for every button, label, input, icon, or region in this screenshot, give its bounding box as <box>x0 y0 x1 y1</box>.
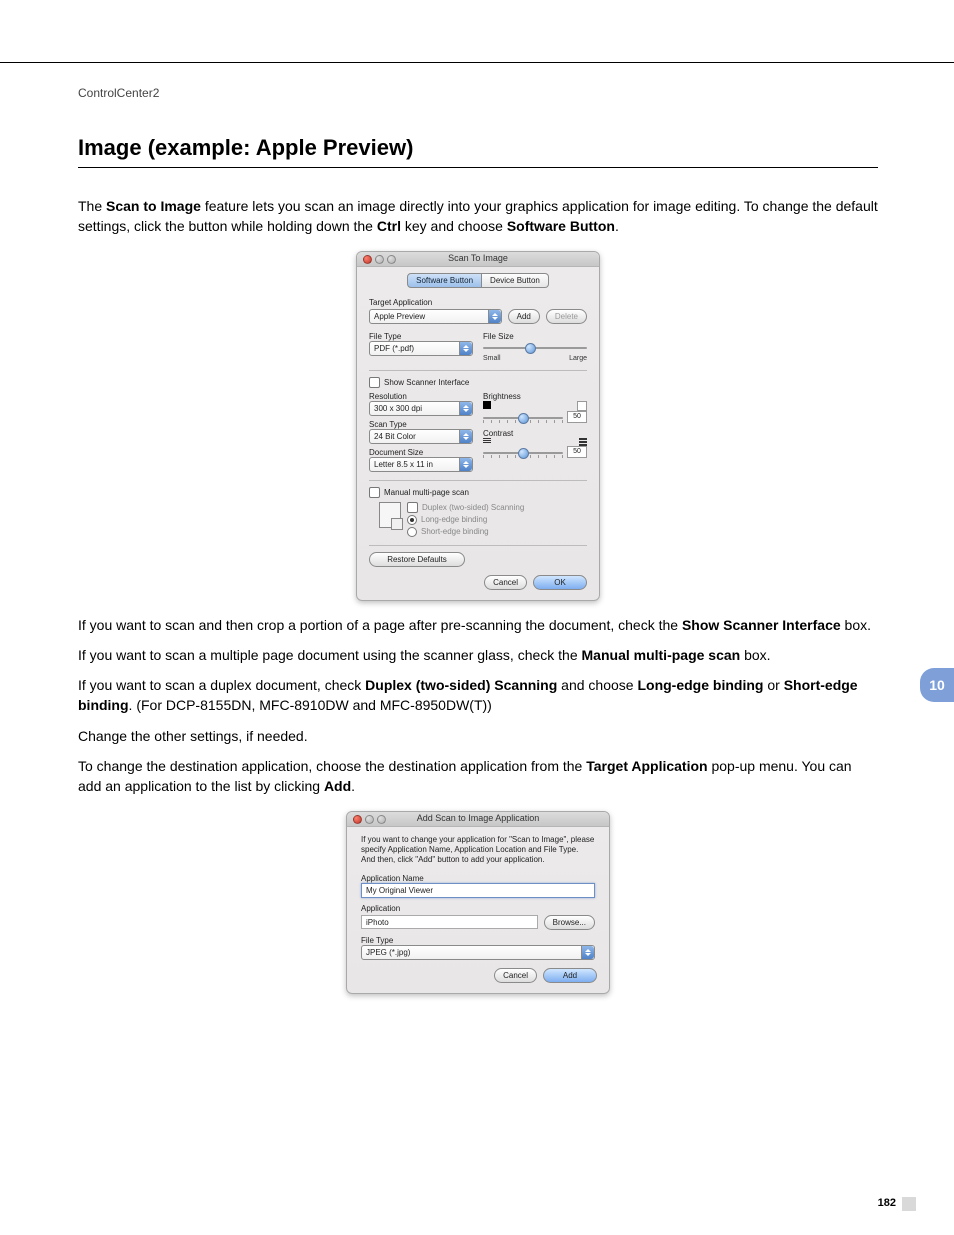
chapter-tab: 10 <box>920 668 954 702</box>
file-size-label: File Size <box>483 332 587 341</box>
brightness-label: Brightness <box>483 392 587 401</box>
change-settings-paragraph: Change the other settings, if needed. <box>78 726 878 746</box>
resolution-label: Resolution <box>369 392 473 401</box>
file-type-select[interactable]: PDF (*.pdf) <box>369 341 473 356</box>
dialog-titlebar: Add Scan to Image Application <box>347 812 609 827</box>
dialog-title: Add Scan to Image Application <box>347 813 609 823</box>
scan-type-select[interactable]: 24 Bit Color <box>369 429 473 444</box>
document-size-label: Document Size <box>369 448 473 457</box>
intro-paragraph: The Scan to Image feature lets you scan … <box>78 196 878 237</box>
resolution-select[interactable]: 300 x 300 dpi <box>369 401 473 416</box>
brightness-slider[interactable] <box>483 413 563 423</box>
page-title: Image (example: Apple Preview) <box>78 135 878 168</box>
duplex-paper-icon <box>379 502 401 528</box>
brightness-light-icon <box>577 401 587 411</box>
add-application-dialog: Add Scan to Image Application If you wan… <box>346 811 610 994</box>
file-size-large-label: Large <box>569 355 587 362</box>
target-application-select[interactable]: Apple Preview <box>369 309 502 324</box>
dialog-titlebar: Scan To Image <box>357 252 599 267</box>
target-application-label: Target Application <box>369 298 587 307</box>
contrast-label: Contrast <box>483 429 587 438</box>
tab-device-button[interactable]: Device Button <box>482 273 549 288</box>
contrast-low-icon <box>483 438 491 446</box>
application-label: Application <box>361 904 595 913</box>
dialog-title: Scan To Image <box>357 253 599 263</box>
show-scanner-paragraph: If you want to scan and then crop a port… <box>78 615 878 635</box>
manual-multi-paragraph: If you want to scan a multiple page docu… <box>78 645 878 665</box>
restore-defaults-button[interactable]: Restore Defaults <box>369 552 465 567</box>
long-edge-binding-radio[interactable]: Long-edge binding <box>407 515 524 525</box>
chevron-updown-icon <box>459 342 472 355</box>
duplex-paragraph: If you want to scan a duplex document, c… <box>78 675 878 716</box>
file-type-label: File Type <box>369 332 473 341</box>
target-app-paragraph: To change the destination application, c… <box>78 756 878 797</box>
chevron-updown-icon <box>488 310 501 323</box>
file-size-slider[interactable] <box>483 343 587 353</box>
scan-to-image-dialog: Scan To Image Software Button Device But… <box>356 251 600 601</box>
page-number: 182 <box>878 1197 896 1209</box>
top-divider <box>0 62 954 63</box>
breadcrumb: ControlCenter2 <box>78 86 159 100</box>
file-type-label: File Type <box>361 936 595 945</box>
application-name-label: Application Name <box>361 874 595 883</box>
page-number-decoration <box>902 1197 916 1211</box>
delete-button[interactable]: Delete <box>546 309 587 324</box>
file-type-select[interactable]: JPEG (*.jpg) <box>361 945 595 960</box>
chevron-updown-icon <box>459 402 472 415</box>
contrast-high-icon <box>579 438 587 446</box>
add-button[interactable]: Add <box>508 309 540 324</box>
short-edge-binding-radio[interactable]: Short-edge binding <box>407 527 524 537</box>
cancel-button[interactable]: Cancel <box>494 968 537 983</box>
file-size-small-label: Small <box>483 355 501 362</box>
chevron-updown-icon <box>459 458 472 471</box>
chevron-updown-icon <box>581 946 594 959</box>
scan-type-label: Scan Type <box>369 420 473 429</box>
tab-software-button[interactable]: Software Button <box>407 273 482 288</box>
application-path-field: iPhoto <box>361 915 538 929</box>
manual-multi-page-checkbox[interactable]: Manual multi-page scan <box>369 487 587 498</box>
duplex-scanning-checkbox[interactable]: Duplex (two-sided) Scanning <box>407 502 524 513</box>
contrast-slider[interactable] <box>483 448 563 458</box>
add-app-description: If you want to change your application f… <box>361 835 595 866</box>
application-name-input[interactable]: My Original Viewer <box>361 883 595 898</box>
show-scanner-interface-checkbox[interactable]: Show Scanner Interface <box>369 377 587 388</box>
chevron-updown-icon <box>459 430 472 443</box>
ok-button[interactable]: OK <box>533 575 587 590</box>
add-button[interactable]: Add <box>543 968 597 983</box>
contrast-value[interactable]: 50 <box>567 446 587 458</box>
document-size-select[interactable]: Letter 8.5 x 11 in <box>369 457 473 472</box>
brightness-dark-icon <box>483 401 491 409</box>
brightness-value[interactable]: 50 <box>567 411 587 423</box>
cancel-button[interactable]: Cancel <box>484 575 527 590</box>
browse-button[interactable]: Browse... <box>544 915 595 930</box>
